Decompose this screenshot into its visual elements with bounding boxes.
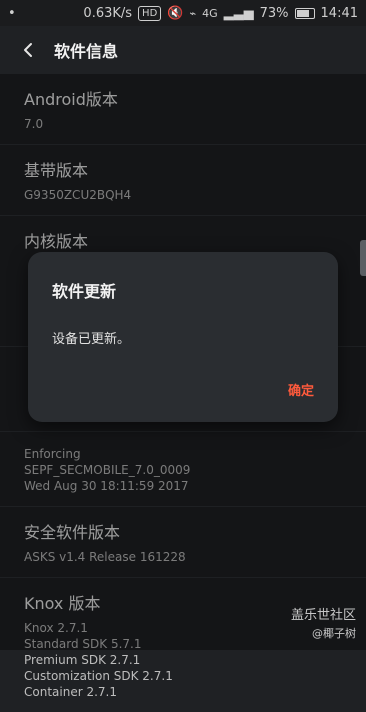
watermark-brand: 盖乐世社区 [290,608,356,623]
dot-icon: • [8,5,16,21]
software-update-dialog: 软件更新 设备已更新。 确定 [28,252,338,422]
status-left: • [8,6,16,21]
status-bar: • 0.63K/s HD 🔇 ⌁ 4G ▂▃▅ 73% 14:41 [0,0,366,26]
page-title: 软件信息 [54,42,119,61]
battery-icon [294,7,315,19]
watermark: 盖乐世社区 @椰子树 [291,604,356,641]
dialog-title: 软件更新 [52,282,117,301]
hd-badge: HD [138,5,162,21]
confirm-button[interactable]: 确定 [288,380,314,399]
status-right: 0.63K/s HD 🔇 ⌁ 4G ▂▃▅ 73% 14:41 [83,5,358,21]
network-speed: 0.63K/s [83,5,133,21]
network-type: 4G [202,6,218,20]
signal-icon: ▂▃▅ [223,5,254,21]
app-bar: 软件信息 [0,26,366,74]
chevron-left-icon [24,43,32,57]
wifi-icon: ⌁ [189,6,197,20]
clock: 14:41 [320,5,358,21]
mute-icon: 🔇 [167,5,184,21]
watermark-user: @椰子树 [312,627,356,640]
battery-percent: 73% [259,5,289,21]
dialog-message: 设备已更新。 [52,332,131,347]
back-button[interactable] [8,26,48,74]
battery-level-fill [296,9,309,17]
edge-panel-handle[interactable] [360,240,366,276]
